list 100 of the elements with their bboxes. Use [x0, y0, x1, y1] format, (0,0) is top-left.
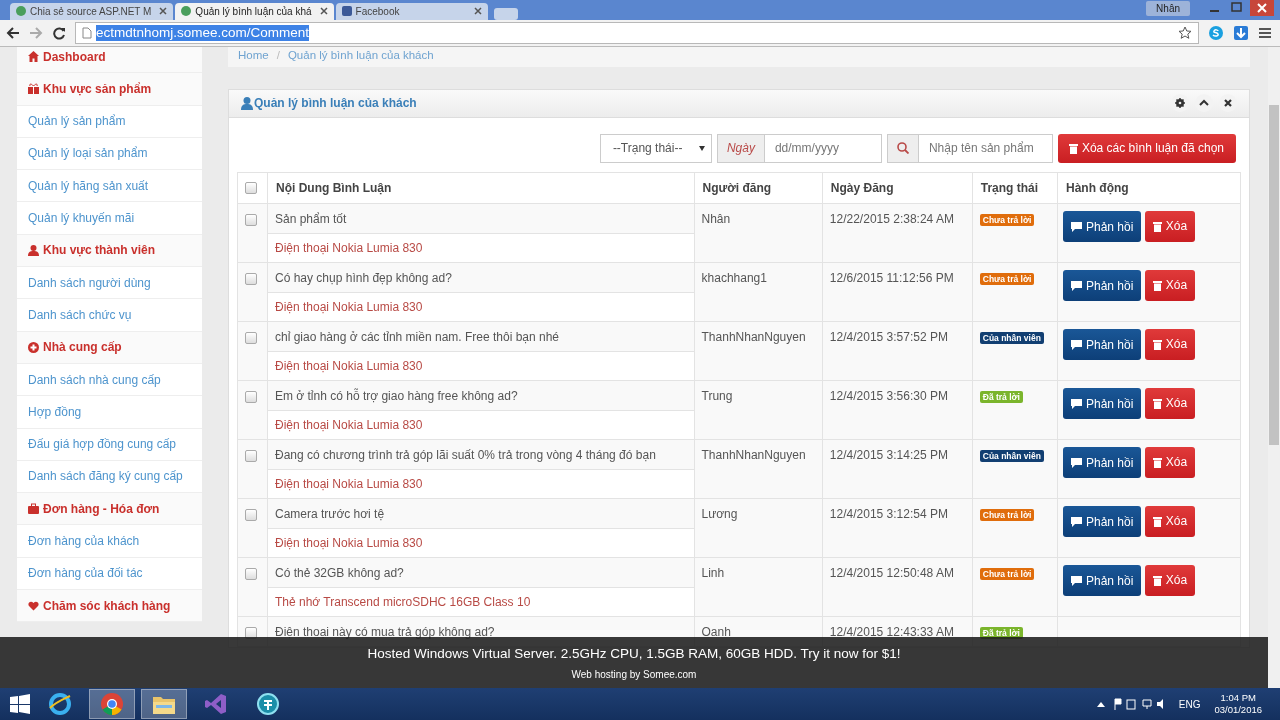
chrome-taskbar-icon[interactable] [89, 689, 135, 719]
product-link[interactable]: Điện thoại Nokia Lumia 830 [267, 351, 695, 381]
product-link[interactable]: Điện thoại Nokia Lumia 830 [267, 528, 695, 558]
sidebar-link[interactable]: Danh sách chức vụ [17, 299, 202, 332]
trash-icon [1152, 456, 1162, 468]
date-label: Ngày [716, 133, 764, 163]
reply-button[interactable]: Phản hồi [1063, 270, 1142, 302]
column-header: Trạng thái [972, 172, 1058, 204]
sidebar-link[interactable]: Quản lý sản phẩm [17, 105, 202, 138]
sidebar-link[interactable]: Quản lý loại sản phẩm [17, 137, 202, 171]
product-link[interactable]: Điện thoại Nokia Lumia 830 [267, 410, 695, 440]
sidebar-link[interactable]: Hợp đồng [17, 396, 202, 429]
site-icon [181, 6, 192, 17]
column-header: Nội Dung Bình Luận [267, 172, 695, 204]
delete-button[interactable]: Xóa [1144, 269, 1196, 301]
row-checkbox[interactable] [245, 567, 257, 580]
sidebar-link[interactable]: Đơn hàng của khách [17, 525, 202, 558]
trash-icon [1152, 515, 1162, 527]
date-cell: 12/4/2015 3:56:30 PM [822, 380, 973, 440]
browser-tab[interactable]: Quản lý bình luận của khá [175, 2, 334, 20]
folder-taskbar-icon[interactable] [141, 689, 187, 719]
sidebar-section[interactable]: Nhà cung cấp [17, 331, 202, 364]
product-link[interactable]: Điện thoại Nokia Lumia 830 [267, 233, 695, 263]
status-dropdown[interactable]: --Trạng thái-- [599, 133, 712, 163]
user-cell: Nhân [694, 203, 823, 263]
row-checkbox[interactable] [245, 390, 257, 403]
sidebar-section[interactable]: Khu vực sản phẩm [17, 73, 202, 106]
sidebar-link[interactable]: Quản lý khuyến mãi [17, 202, 202, 235]
row-checkbox[interactable] [245, 272, 257, 285]
sidebar-link[interactable]: Quản lý hãng sản xuất [17, 170, 202, 203]
status-badge: Chưa trả lời [979, 508, 1035, 521]
column-header: Hành động [1057, 172, 1241, 204]
section-icon [28, 341, 39, 353]
sidebar-section[interactable]: Chăm sóc khách hàng [17, 590, 202, 623]
sidebar-link[interactable]: Danh sách nhà cung cấp [17, 363, 202, 397]
reply-button[interactable]: Phản hồi [1063, 329, 1142, 361]
extension-icon[interactable] [1208, 24, 1224, 41]
product-link[interactable]: Điện thoại Nokia Lumia 830 [267, 292, 695, 322]
delete-button[interactable]: Xóa [1144, 210, 1196, 242]
date-cell: 12/4/2015 3:12:54 PM [822, 498, 973, 558]
reply-button[interactable]: Phản hồi [1063, 506, 1142, 538]
language-indicator[interactable]: ENG [1178, 698, 1201, 710]
banner-link[interactable]: Web hosting by Somee.com [571, 668, 697, 680]
star-icon[interactable] [1178, 25, 1192, 40]
delete-button[interactable]: Xóa [1144, 446, 1196, 478]
row-checkbox[interactable] [245, 508, 257, 521]
close-tab-icon[interactable] [473, 7, 482, 16]
scrollbar[interactable] [1268, 46, 1280, 689]
speech-bubble-icon [1071, 221, 1082, 232]
sidebar-link[interactable]: Đấu giá hợp đồng cung cấp [17, 428, 202, 461]
status-badge: Của nhân viên [979, 449, 1044, 462]
address-field[interactable]: ectmdtnhomj.somee.com/Comment [75, 21, 1199, 44]
date-cell: 12/4/2015 12:50:48 AM [822, 557, 973, 617]
panel-title: Quản lý bình luận của khách [254, 96, 417, 111]
back-icon[interactable] [6, 25, 20, 40]
delete-selected-button[interactable]: Xóa các bình luận đã chọn [1057, 133, 1236, 163]
sidebar-section[interactable]: Khu vực thành viên [17, 234, 202, 267]
delete-button[interactable]: Xóa [1144, 328, 1196, 360]
user-cell: khachhang1 [694, 262, 823, 322]
reply-button[interactable]: Phản hồi [1063, 211, 1142, 243]
row-checkbox[interactable] [245, 213, 257, 226]
delete-button[interactable]: Xóa [1144, 505, 1196, 537]
clock-time[interactable]: 1:04 PM [1220, 692, 1256, 704]
date-cell: 12/6/2015 11:12:56 PM [822, 262, 973, 322]
sidebar-section[interactable]: Dashboard [17, 46, 202, 74]
windows-start-icon[interactable] [9, 693, 31, 715]
product-link[interactable]: Thẻ nhớ Transcend microSDHC 16GB Class 10 [267, 587, 695, 617]
sidebar-link[interactable]: Danh sách người dùng [17, 267, 202, 300]
system-tray-icon[interactable] [1094, 697, 1165, 711]
reply-button[interactable]: Phản hồi [1063, 447, 1142, 479]
product-link[interactable]: Điện thoại Nokia Lumia 830 [267, 469, 695, 499]
search-field[interactable]: Nhập tên sản phẩm [917, 133, 1053, 163]
browser-tab[interactable]: Facebook [335, 2, 488, 20]
user-cell: Trung [694, 380, 823, 440]
delete-button[interactable]: Xóa [1144, 564, 1196, 596]
select-all-checkbox[interactable] [245, 181, 257, 194]
section-icon [28, 600, 39, 612]
row-checkbox[interactable] [245, 626, 257, 639]
reply-button[interactable]: Phản hồi [1063, 565, 1142, 597]
delete-button[interactable]: Xóa [1144, 387, 1196, 419]
download-icon[interactable] [1233, 24, 1249, 41]
close-tab-icon[interactable] [159, 7, 168, 16]
menu-icon[interactable] [1258, 25, 1272, 40]
date-field[interactable]: dd/mm/yyyy [763, 133, 882, 163]
speech-bubble-icon [1071, 280, 1082, 291]
reload-icon[interactable] [52, 25, 66, 40]
comment-cell: Có thẻ 32GB không ad? [267, 557, 695, 588]
row-checkbox[interactable] [245, 449, 257, 462]
browser-tab[interactable]: Chia sẻ source ASP.NET M [10, 2, 174, 20]
close-tab-icon[interactable] [319, 7, 328, 16]
gear-icon [1175, 98, 1185, 109]
section-icon [28, 503, 39, 515]
profile-badge[interactable]: Nhân [1146, 1, 1190, 16]
trash-icon [1152, 397, 1162, 409]
row-checkbox[interactable] [245, 331, 257, 344]
clock-date[interactable]: 03/01/2016 [1214, 704, 1262, 716]
sidebar-link[interactable]: Đơn hàng của đối tác [17, 557, 202, 590]
reply-button[interactable]: Phản hồi [1063, 388, 1142, 420]
date-cell: 12/22/2015 2:38:24 AM [822, 203, 973, 263]
sidebar-section[interactable]: Đơn hàng - Hóa đơn [17, 493, 202, 526]
